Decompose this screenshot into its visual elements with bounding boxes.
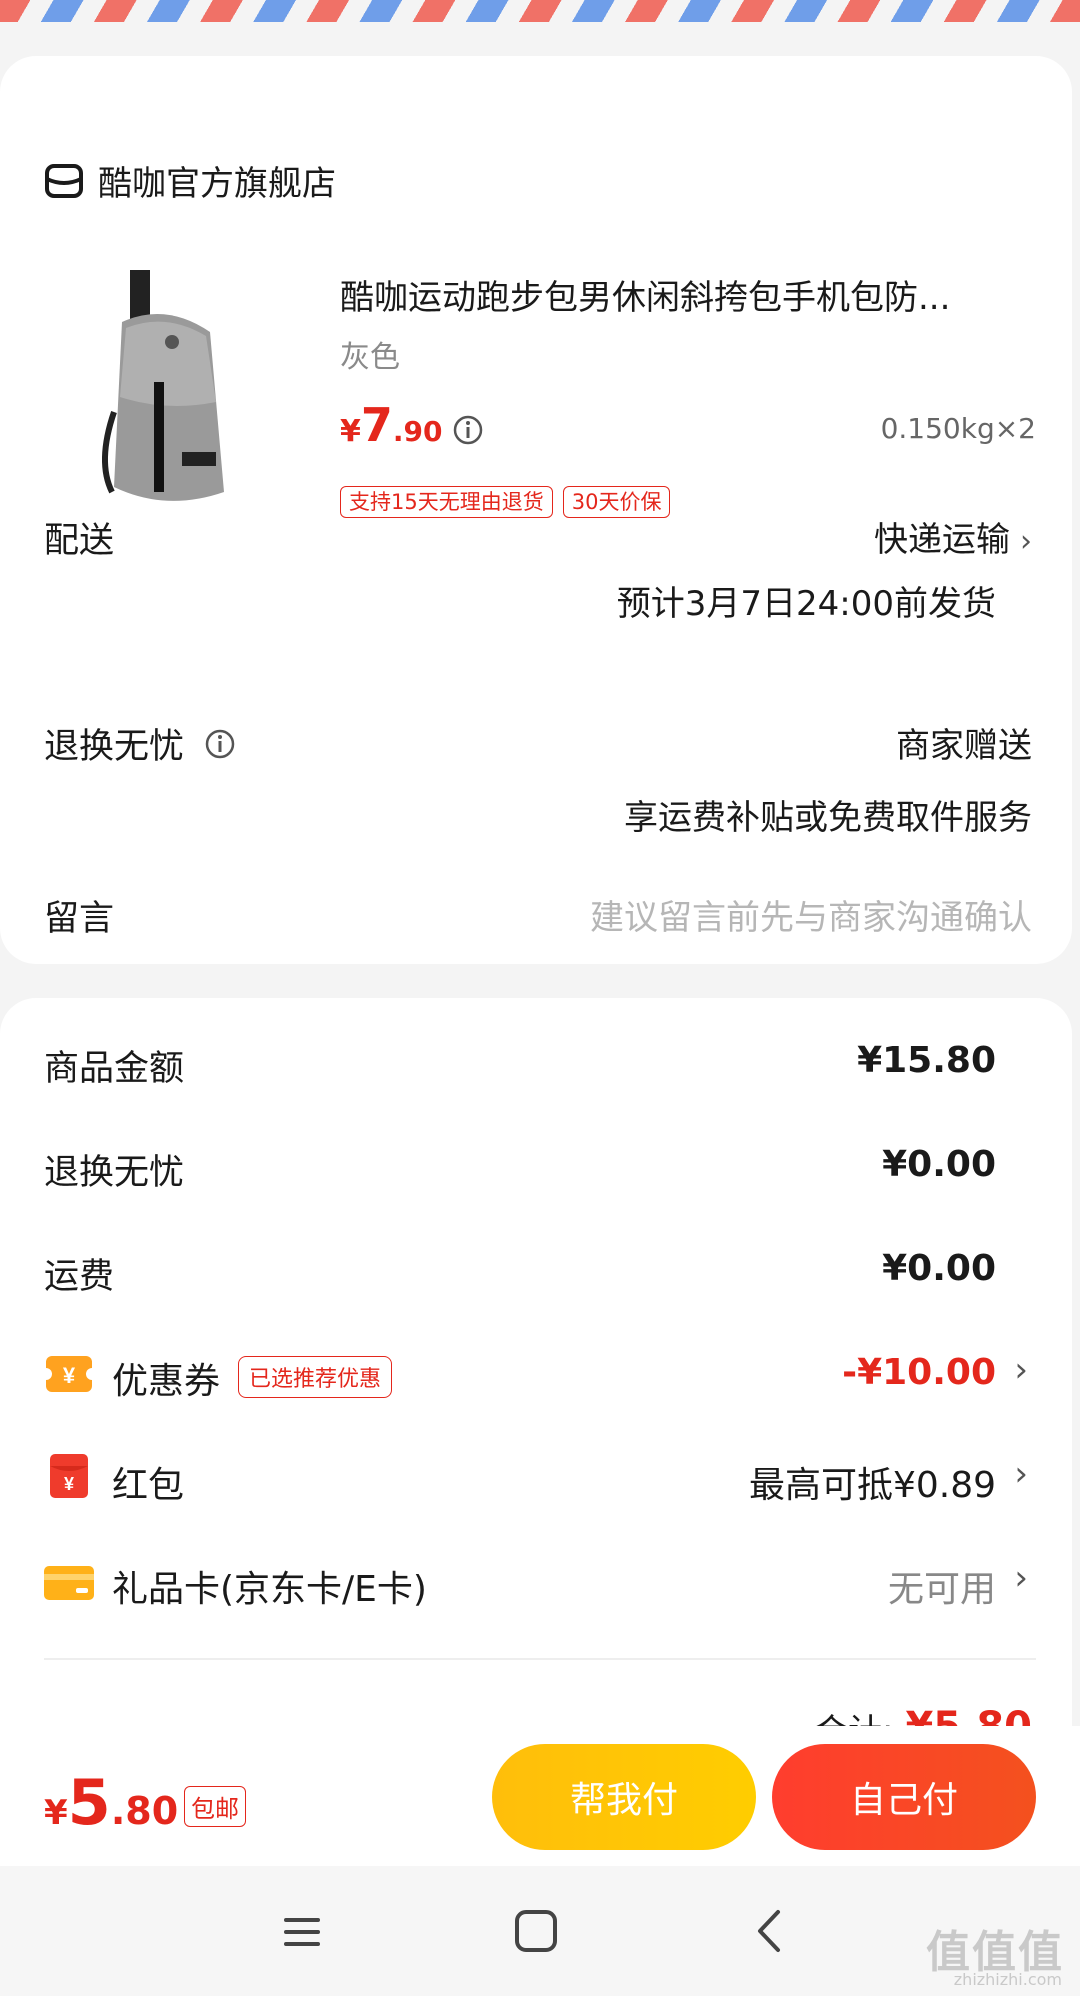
coupon-badge: 已选推荐优惠 bbox=[238, 1356, 393, 1398]
returns-desc: 享运费补贴或免费取件服务 bbox=[624, 798, 1032, 838]
checkout-bar: ¥5.80 包邮 帮我付 自己付 bbox=[0, 1726, 1080, 1866]
red-packet-value[interactable]: 最高可抵¥0.89 bbox=[749, 1456, 996, 1508]
gift-card-label[interactable]: 礼品卡(京东卡/E卡) bbox=[112, 1560, 427, 1612]
svg-text:¥: ¥ bbox=[64, 1474, 74, 1494]
shop-name: 酷咖官方旗舰店 bbox=[98, 164, 336, 204]
returns-value: 商家赠送 bbox=[896, 726, 1032, 766]
tag-returns: 支持15天无理由退货 bbox=[340, 486, 553, 518]
back-icon[interactable] bbox=[730, 1896, 810, 1966]
price-summary-card: 商品金额 ¥15.80 退换无忧 ¥0.00 运费 ¥0.00 ¥ 优惠券 已选… bbox=[0, 998, 1072, 1752]
tag-price-protect: 30天价保 bbox=[562, 486, 671, 518]
message-input[interactable]: 建议留言前先与商家沟通确认 bbox=[590, 890, 1032, 939]
store-icon bbox=[45, 163, 83, 198]
weight-quantity: 0.150kg×2 bbox=[880, 412, 1036, 445]
delivery-method[interactable]: 快递运输 › bbox=[874, 512, 1032, 561]
divider bbox=[44, 1658, 1036, 1660]
returns-fee-value: ¥0.00 bbox=[882, 1144, 996, 1185]
price-info-icon[interactable] bbox=[452, 414, 484, 446]
returns-label: 退换无忧 bbox=[44, 727, 185, 767]
home-icon[interactable] bbox=[496, 1896, 576, 1966]
gift-card-value[interactable]: 无可用 bbox=[888, 1560, 996, 1612]
delivery-label: 配送 bbox=[44, 521, 115, 561]
order-card: 酷咖官方旗舰店 酷咖运动跑步包男休闲斜挎包手机包防... 灰色 ¥7.90 0.… bbox=[0, 56, 1072, 964]
recents-icon[interactable] bbox=[262, 1896, 342, 1966]
coupon-icon: ¥ bbox=[44, 1356, 94, 1392]
goods-amount-label: 商品金额 bbox=[44, 1049, 185, 1089]
product-title[interactable]: 酷咖运动跑步包男休闲斜挎包手机包防... bbox=[340, 270, 1040, 319]
airmail-border bbox=[0, 0, 1080, 22]
watermark-url: zhizhizhi.com bbox=[953, 1970, 1062, 1989]
coupon-value[interactable]: -¥10.00 bbox=[842, 1352, 996, 1393]
returns-fee-label: 退换无忧 bbox=[44, 1153, 185, 1193]
message-label: 留言 bbox=[44, 899, 115, 939]
product-variant: 灰色 bbox=[340, 340, 400, 375]
chevron-right-icon: › bbox=[1020, 524, 1032, 559]
product-image[interactable] bbox=[92, 262, 240, 522]
returns-info-icon[interactable] bbox=[204, 728, 236, 760]
coupon-label[interactable]: 优惠券 bbox=[112, 1352, 220, 1404]
goods-amount-value: ¥15.80 bbox=[857, 1040, 996, 1081]
service-tags: 支持15天无理由退货 30天价保 bbox=[340, 486, 671, 518]
delivery-eta: 预计3月7日24:00前发货 bbox=[616, 584, 996, 624]
system-nav-bar: 值值值 zhizhizhi.com bbox=[0, 1866, 1080, 1996]
svg-text:¥: ¥ bbox=[63, 1363, 76, 1388]
shipping-fee-value: ¥0.00 bbox=[882, 1248, 996, 1289]
red-packet-label[interactable]: 红包 bbox=[112, 1456, 184, 1508]
chevron-right-icon: › bbox=[1014, 1454, 1028, 1494]
red-packet-icon: ¥ bbox=[50, 1454, 88, 1498]
returns-row: 退换无忧 bbox=[44, 718, 236, 769]
free-shipping-badge: 包邮 bbox=[184, 1786, 246, 1827]
chevron-right-icon: › bbox=[1014, 1350, 1028, 1390]
payable-price: ¥5.80 bbox=[44, 1766, 179, 1839]
chevron-right-icon: › bbox=[1014, 1558, 1028, 1598]
shipping-fee-label: 运费 bbox=[44, 1257, 115, 1297]
self-pay-button[interactable]: 自己付 bbox=[772, 1744, 1036, 1850]
shop-header[interactable]: 酷咖官方旗舰店 bbox=[44, 156, 336, 205]
gift-card-icon bbox=[44, 1566, 94, 1600]
help-pay-button[interactable]: 帮我付 bbox=[492, 1744, 756, 1850]
product-price: ¥7.90 bbox=[340, 398, 443, 452]
